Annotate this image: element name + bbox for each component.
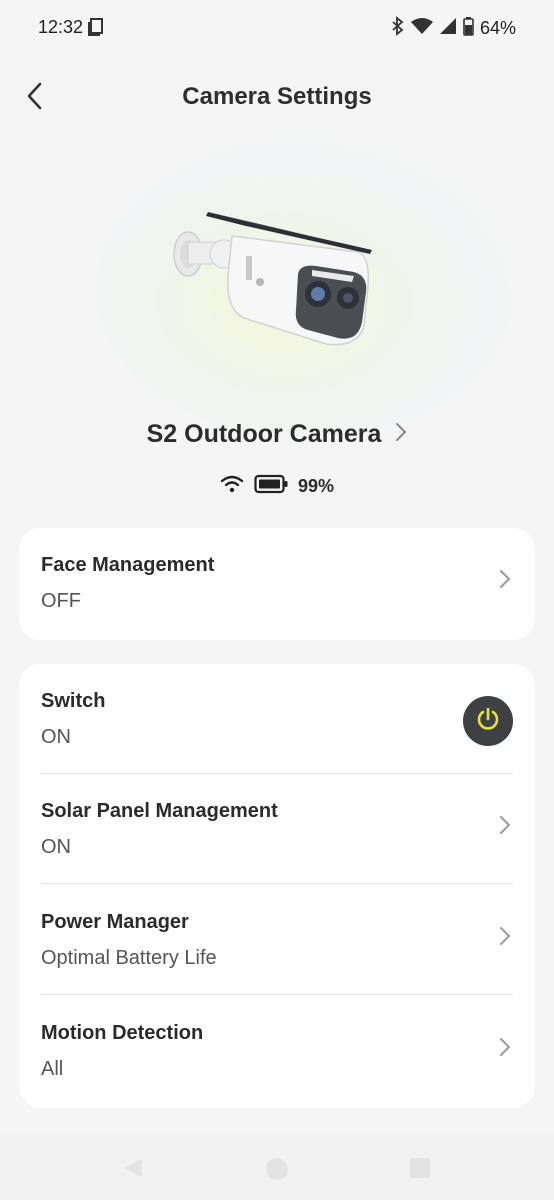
header: Camera Settings [0, 70, 554, 126]
solar-panel-title: Solar Panel Management [41, 800, 278, 822]
chevron-right-icon [395, 422, 407, 447]
chevron-right-icon [497, 568, 513, 590]
power-toggle-button[interactable] [463, 696, 513, 746]
face-management-row[interactable]: Face Management OFF [41, 528, 513, 638]
face-management-title: Face Management [41, 554, 215, 576]
chevron-right-icon [497, 814, 513, 836]
chevron-right-icon [497, 925, 513, 947]
power-manager-title: Power Manager [41, 911, 189, 933]
device-name: S2 Outdoor Camera [146, 420, 382, 448]
recents-square-icon[interactable] [409, 1157, 431, 1184]
signal-icon [439, 17, 457, 40]
bluetooth-icon [391, 16, 405, 41]
face-management-card: Face Management OFF [19, 528, 535, 640]
solar-panel-row[interactable]: Solar Panel Management ON [41, 774, 513, 884]
power-manager-row[interactable]: Power Manager Optimal Battery Life [41, 885, 513, 995]
device-name-row[interactable]: S2 Outdoor Camera [0, 420, 554, 449]
motion-detection-title: Motion Detection [41, 1022, 204, 1044]
battery-percent: 64% [479, 18, 516, 38]
outdoor-camera-image [166, 206, 376, 352]
switch-value: ON [41, 726, 71, 748]
power-manager-value: Optimal Battery Life [41, 947, 217, 969]
device-battery: 99% [297, 476, 335, 496]
solar-panel-value: ON [41, 836, 71, 858]
switch-title: Switch [41, 690, 106, 712]
home-circle-icon[interactable] [265, 1157, 289, 1186]
wifi-icon [220, 475, 244, 498]
page-title: Camera Settings [182, 83, 372, 110]
device-status: 99% [0, 474, 554, 499]
screen-icon [88, 18, 104, 41]
divider [41, 883, 513, 884]
switch-row: Switch ON [41, 664, 513, 774]
battery-icon [254, 474, 288, 499]
motion-detection-value: All [41, 1058, 64, 1080]
battery-icon [463, 16, 474, 41]
status-time: 12:32 [38, 17, 84, 37]
motion-detection-row[interactable]: Motion Detection All [41, 996, 513, 1106]
system-nav-bar [0, 1135, 554, 1200]
status-bar: 12:32 64% [0, 0, 554, 56]
power-icon [475, 706, 501, 737]
back-triangle-icon[interactable] [122, 1157, 144, 1184]
divider [41, 994, 513, 995]
face-management-value: OFF [41, 590, 81, 612]
settings-card: Switch ON Solar Panel Management ON Powe… [19, 664, 535, 1108]
wifi-icon [410, 17, 433, 40]
chevron-right-icon [497, 1036, 513, 1058]
status-icons: 64% [391, 16, 516, 41]
